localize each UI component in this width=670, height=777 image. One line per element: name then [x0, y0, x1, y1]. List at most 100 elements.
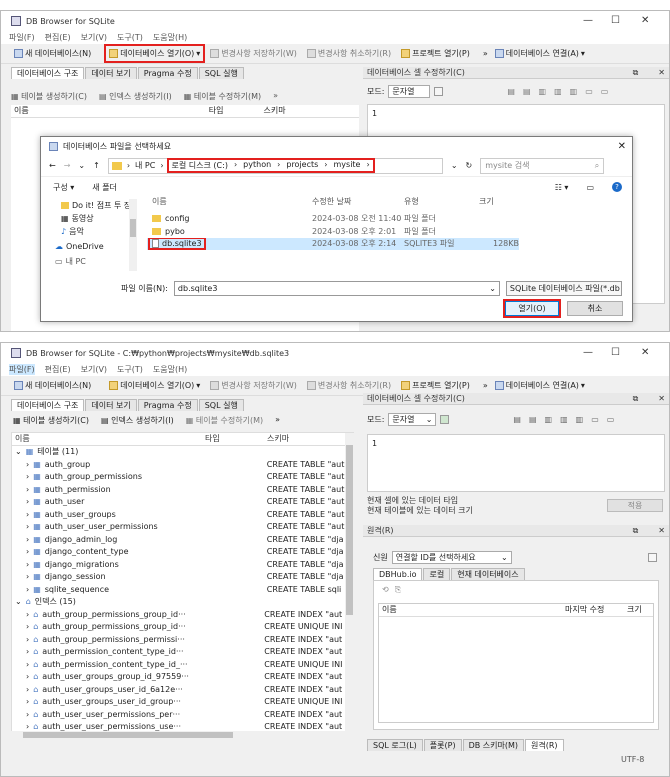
- w2.tables-row[interactable]: › ▦ auth_permission CREATE TABLE "aut: [12, 483, 353, 496]
- organize-button[interactable]: 구성 ▾: [53, 182, 74, 193]
- chevron-right-icon[interactable]: ›: [26, 635, 29, 644]
- float-icon[interactable]: ⧉: [633, 394, 639, 404]
- menu-edit[interactable]: 편집(E): [45, 364, 71, 375]
- chevron-right-icon[interactable]: ›: [26, 647, 29, 656]
- menu-view[interactable]: 보기(V): [81, 364, 107, 375]
- tab-pragma[interactable]: Pragma 수정: [137, 399, 198, 411]
- menu-file[interactable]: 파일(F): [9, 364, 35, 375]
- write-changes-button[interactable]: 변경사항 저장하기(W): [207, 378, 300, 393]
- open-database-button[interactable]: 데이터베이스 열기(O) ▾: [106, 378, 203, 393]
- scroll-thumb[interactable]: [130, 219, 136, 237]
- chevron-right-icon[interactable]: ›: [26, 672, 29, 681]
- modify-table-button[interactable]: ▦ 테이블 수정하기(M): [184, 91, 261, 102]
- path-segment-drive[interactable]: 로컬 디스크 (C:): [172, 160, 228, 171]
- remote-toolbar[interactable]: ⟲⎘: [374, 581, 658, 599]
- mode-select[interactable]: 문자열: [388, 85, 431, 98]
- w2.tables-row[interactable]: › ▦ django_content_type CREATE TABLE "dja: [12, 546, 353, 559]
- overflow-icon[interactable]: »: [273, 91, 278, 102]
- revert-changes-button[interactable]: 변경사항 취소하기(R): [304, 46, 394, 61]
- new-folder-button[interactable]: 새 폴더: [92, 182, 117, 193]
- chevron-right-icon[interactable]: ›: [26, 710, 29, 719]
- filename-input[interactable]: db.sqlite3 ⌄: [173, 281, 500, 296]
- minimize-icon[interactable]: —: [583, 15, 593, 26]
- menu-view[interactable]: 보기(V): [81, 32, 107, 43]
- tab-pragma[interactable]: Pragma 수정: [137, 67, 198, 79]
- file-type-filter[interactable]: SQLite 데이터베이스 파일(*.db⌄: [505, 281, 622, 296]
- path-segment-mysite[interactable]: mysite: [334, 160, 361, 171]
- menu-file[interactable]: 파일(F): [9, 32, 35, 43]
- chevron-right-icon[interactable]: ›: [26, 660, 29, 669]
- path-segment-python[interactable]: python: [243, 160, 271, 171]
- maximize-icon[interactable]: ☐: [611, 347, 620, 358]
- column-schema-header[interactable]: 스키마: [267, 433, 289, 444]
- column-type-header[interactable]: 타입: [205, 433, 267, 444]
- open-project-button[interactable]: 프로젝트 열기(P): [398, 378, 473, 393]
- tab-db-schema[interactable]: DB 스키마(M): [462, 739, 525, 751]
- view-menu-icon[interactable]: ☷ ▾: [555, 183, 569, 192]
- w2.tables-row[interactable]: › ▦ django_admin_log CREATE TABLE "dja: [12, 533, 353, 546]
- recent-dropdown-icon[interactable]: ⌄: [78, 161, 85, 170]
- tables-group[interactable]: ⌄ ▦ 테이블 (11): [12, 446, 353, 459]
- close-icon[interactable]: ✕: [641, 347, 649, 358]
- dropdown-arrow-icon[interactable]: ▾: [196, 49, 200, 58]
- cell-editor-tools[interactable]: ▤▤▥▥▥▭▭: [507, 87, 616, 96]
- cell-editor-tools[interactable]: ▤▤▥▥▥▭▭: [513, 415, 622, 424]
- tree-hscrollbar[interactable]: [11, 731, 345, 739]
- chevron-down-icon[interactable]: ⌄: [489, 284, 496, 293]
- w2.indexes-row[interactable]: › ⌂ auth_user_groups_user_id_group··· CREAT…: [12, 696, 353, 709]
- header-size[interactable]: 크기: [479, 196, 494, 207]
- open-project-button[interactable]: 프로젝트 열기(P): [398, 46, 473, 61]
- scroll-thumb[interactable]: [346, 445, 353, 615]
- dropdown-arrow-icon[interactable]: ▾: [196, 381, 200, 390]
- remote-header-name[interactable]: 이름: [379, 604, 565, 615]
- minimize-icon[interactable]: —: [583, 347, 593, 358]
- mode-select[interactable]: 문자열 ⌄: [388, 413, 437, 426]
- address-bar[interactable]: › 내 PC › 로컬 디스크 (C:) › python › projects › …: [107, 157, 443, 174]
- chevron-right-icon[interactable]: ›: [26, 460, 29, 469]
- w2.indexes-row[interactable]: › ⌂ auth_permission_content_type_id··· CREA…: [12, 646, 353, 659]
- auto-switch-icon[interactable]: [434, 87, 444, 96]
- preview-pane-icon[interactable]: ▭: [586, 183, 594, 192]
- w2.tables-row[interactable]: › ▦ auth_group CREATE TABLE "aut: [12, 458, 353, 471]
- w2.indexes-row[interactable]: › ⌂ auth_group_permissions_group_id··· CREA…: [12, 621, 353, 634]
- identity-settings-icon[interactable]: [648, 553, 657, 562]
- column-name-header[interactable]: 이름: [15, 433, 205, 444]
- new-database-button[interactable]: 새 데이터베이스(N): [11, 46, 94, 61]
- modify-table-button[interactable]: ▦ 테이블 수정하기(M): [186, 415, 263, 426]
- float-icon[interactable]: ⧉: [633, 68, 639, 78]
- dialog-close-icon[interactable]: ✕: [618, 141, 626, 152]
- attach-database-button[interactable]: 데이터베이스 연결(A) ▾: [492, 46, 588, 61]
- chevron-right-icon[interactable]: ›: [26, 522, 29, 531]
- new-database-button[interactable]: 새 데이터베이스(N): [11, 378, 94, 393]
- help-icon[interactable]: ?: [612, 182, 622, 192]
- header-type[interactable]: 유형: [404, 196, 479, 207]
- refresh-icon[interactable]: ↻: [466, 161, 473, 170]
- chevron-right-icon[interactable]: ›: [26, 485, 29, 494]
- dropdown-arrow-icon[interactable]: ▾: [581, 49, 585, 58]
- chevron-right-icon[interactable]: ›: [26, 585, 29, 594]
- nav-scrollbar[interactable]: [129, 199, 137, 271]
- w2.tables-row[interactable]: › ▦ auth_group_permissions CREATE TABLE "au…: [12, 471, 353, 484]
- file-row-db-sqlite3[interactable]: db.sqlite3 2024-03-08 오후 2:14 SQLITE3 파일…: [147, 237, 519, 250]
- tab-sql[interactable]: SQL 실행: [198, 67, 244, 79]
- chevron-right-icon[interactable]: ›: [26, 722, 29, 731]
- chevron-down-icon[interactable]: ⌄: [15, 597, 22, 606]
- chevron-right-icon[interactable]: ›: [26, 510, 29, 519]
- toolbar-overflow-icon[interactable]: »: [483, 381, 488, 390]
- menu-help[interactable]: 도움말(H): [153, 364, 187, 375]
- w2.tables-row[interactable]: › ▦ auth_user CREATE TABLE "aut: [12, 496, 353, 509]
- scroll-thumb[interactable]: [23, 732, 233, 738]
- path-breadcrumb[interactable]: 로컬 디스크 (C:) › python › projects › mysite ›: [166, 158, 375, 173]
- cell-editor[interactable]: 1: [367, 434, 665, 492]
- chevron-right-icon[interactable]: ›: [26, 560, 29, 569]
- tab-local[interactable]: 로컬: [423, 568, 451, 580]
- open-database-button[interactable]: 데이터베이스 열기(O) ▾: [104, 44, 206, 63]
- w2.tables-row[interactable]: › ▦ auth_user_groups CREATE TABLE "aut: [12, 508, 353, 521]
- path-segment-projects[interactable]: projects: [286, 160, 318, 171]
- cancel-button[interactable]: 취소: [567, 301, 623, 316]
- up-icon[interactable]: ↑: [93, 161, 100, 170]
- chevron-down-icon[interactable]: ⌄: [15, 447, 22, 456]
- menu-help[interactable]: 도움말(H): [153, 32, 187, 43]
- remote-header-size[interactable]: 크기: [627, 604, 642, 615]
- close-dock-icon[interactable]: ✕: [658, 68, 665, 77]
